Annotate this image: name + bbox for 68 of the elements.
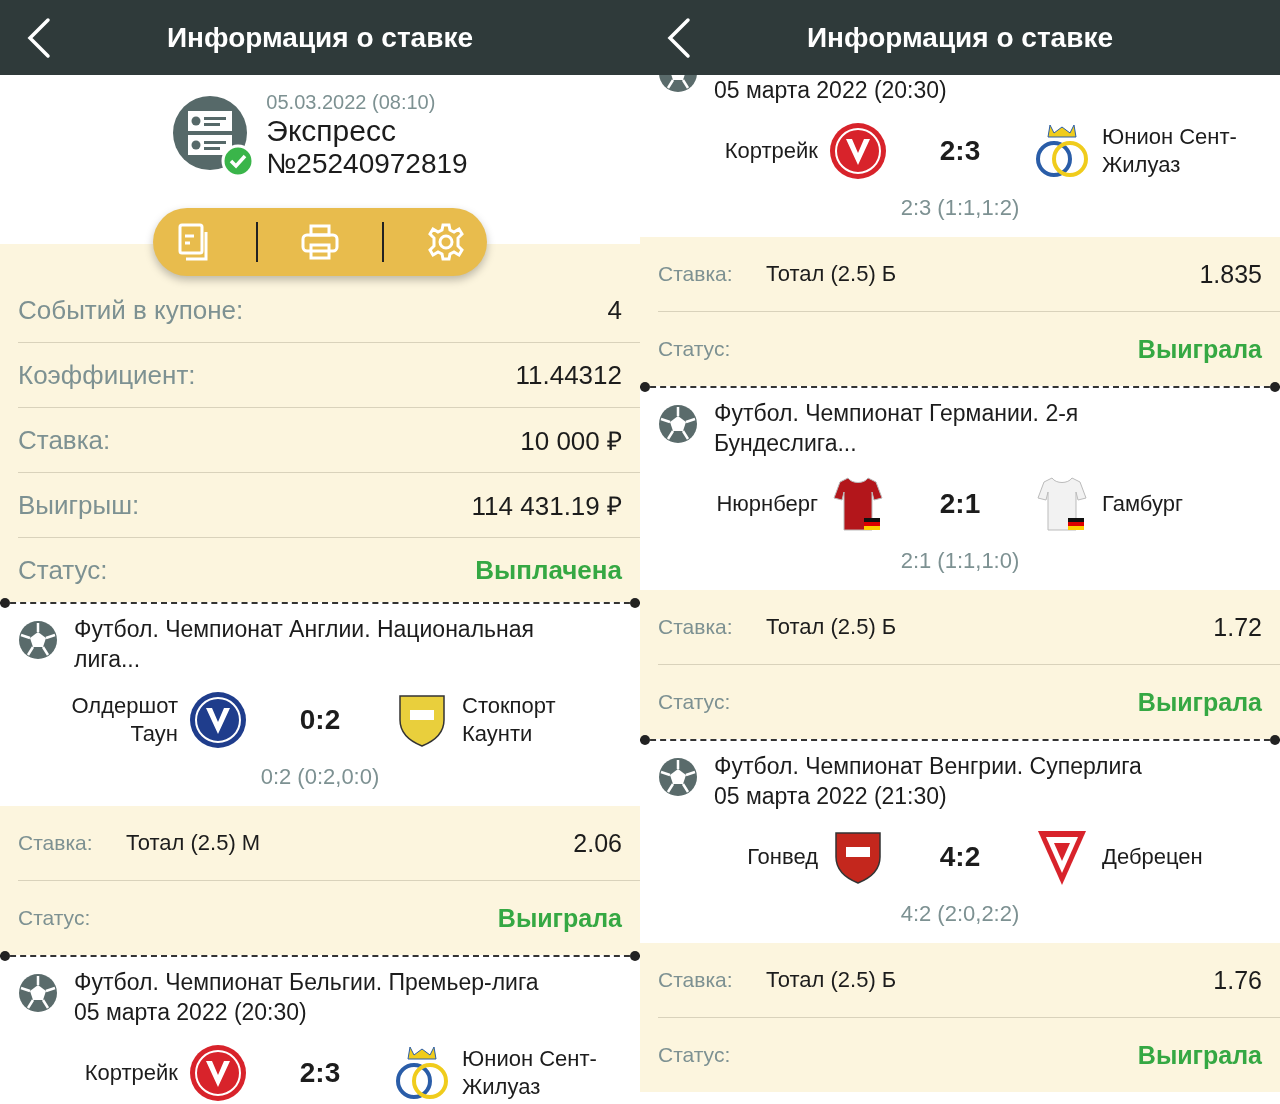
summary-label: Событий в купоне: <box>18 294 244 326</box>
summary-label: Статус: <box>18 554 108 586</box>
screen-title: Информация о ставке <box>167 21 473 54</box>
summary-value: 11.44312 <box>515 359 622 391</box>
bet-status: Выиграла <box>1137 1040 1262 1070</box>
ticket-number: №25240972819 <box>266 148 468 180</box>
bet-odds: 1.72 <box>1213 612 1262 642</box>
bet-odds: 1.835 <box>1199 259 1262 289</box>
league-name: Футбол. Чемпионат Германии. 2-я Бундеслига... <box>714 399 1080 458</box>
home-team: Олдершот Таун <box>70 692 179 748</box>
summary-value: 10 000 ₽ <box>520 425 622 458</box>
league-name: Футбол. Чемпионат Бельгии. Премьер-лига <box>74 968 539 997</box>
bet-market: Тотал (2.5) Б <box>766 261 898 287</box>
bet-market: Тотал (2.5) Б <box>766 967 898 993</box>
match-score: 2:1 <box>938 488 982 520</box>
screen-title: Информация о ставке <box>807 21 1113 54</box>
settings-icon[interactable] <box>426 222 466 262</box>
away-team: Дебрецен <box>1101 843 1204 871</box>
league-name: Футбол. Чемпионат Венгрии. Суперлига <box>714 752 1142 781</box>
bet-label: Ставка: <box>658 615 734 639</box>
bet-odds: 2.06 <box>573 828 622 858</box>
bet-status: Выиграла <box>497 903 622 933</box>
soccer-ball-icon <box>658 757 698 797</box>
summary-label: Ставка: <box>18 424 111 456</box>
league-name: Футбол. Чемпионат Англии. Национальная лига... <box>74 615 535 674</box>
bet-label: Ставка: <box>658 968 734 992</box>
match-score: 4:2 <box>938 841 982 873</box>
ticket-date: 05.03.2022 (08:10) <box>266 91 437 114</box>
summary-label: Коэффициент: <box>18 359 196 391</box>
summary-value: 4 <box>607 294 622 326</box>
bet-status: Выиграла <box>1137 687 1262 717</box>
status-label: Статус: <box>658 1043 732 1067</box>
home-team: Кортрейк <box>724 137 819 165</box>
score-detail: 2:3 (1:1,1:2) <box>899 194 1021 222</box>
score-detail: 4:2 (2:0,2:2) <box>899 900 1021 928</box>
match-date: 05 марта 2022 (21:30) <box>714 782 948 811</box>
bet-market: Тотал (2.5) М <box>126 830 262 856</box>
score-detail: 2:1 (1:1,1:0) <box>899 547 1021 575</box>
summary-value: Выплачена <box>475 554 622 586</box>
match-date: 05 марта 2022 (20:30) <box>714 76 947 105</box>
away-team: Юнион Сент-Жилуаз <box>461 1045 598 1101</box>
ticket-icon <box>172 94 255 177</box>
match-score: 0:2 <box>298 704 342 736</box>
match-score: 2:3 <box>298 1057 342 1089</box>
bet-status: Выиграла <box>1137 334 1262 364</box>
away-team: Гамбург <box>1101 490 1184 518</box>
home-team: Нюрнберг <box>716 490 819 518</box>
soccer-ball-icon <box>658 404 698 444</box>
bet-label: Ставка: <box>658 262 734 286</box>
away-team: Стокпорт Каунти <box>461 692 557 748</box>
soccer-ball-icon <box>18 973 58 1013</box>
score-detail: 0:2 (0:2,0:0) <box>259 763 381 791</box>
summary-value: 114 431.19 ₽ <box>471 490 622 523</box>
match-score: 2:3 <box>938 135 982 167</box>
home-team: Гонвед <box>747 843 819 871</box>
soccer-ball-icon <box>18 620 58 660</box>
away-team: Юнион Сент-Жилуаз <box>1101 123 1238 179</box>
summary-label: Выигрыш: <box>18 489 140 521</box>
print-icon[interactable] <box>300 222 340 262</box>
bet-label: Ставка: <box>18 831 94 855</box>
bet-market: Тотал (2.5) Б <box>766 614 898 640</box>
status-label: Статус: <box>658 690 732 714</box>
bet-odds: 1.76 <box>1213 965 1262 995</box>
status-label: Статус: <box>658 337 732 361</box>
ticket-type: Экспресс <box>266 114 397 148</box>
status-label: Статус: <box>18 906 92 930</box>
match-date: 05 марта 2022 (20:30) <box>74 998 308 1027</box>
home-team: Кортрейк <box>84 1059 179 1087</box>
